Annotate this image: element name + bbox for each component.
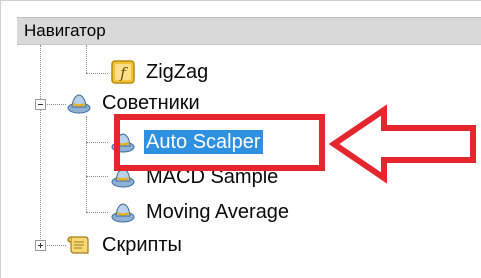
- tree-folder-advisors[interactable]: Советники: [66, 90, 202, 116]
- tree-item-zigzag[interactable]: f ZigZag: [110, 59, 210, 85]
- tree-connector: [86, 176, 108, 177]
- expand-plus-icon[interactable]: [35, 240, 46, 251]
- tree-item-label: Советники: [102, 92, 200, 114]
- navigator-window: Навигатор f ZigZag Советники Auto Scalpe…: [0, 0, 481, 278]
- tree-connector: [86, 212, 108, 213]
- tree-connector: [40, 45, 41, 247]
- script-scroll-icon: [67, 236, 89, 254]
- collapse-minus-icon[interactable]: [35, 99, 46, 110]
- annotation-highlight-box: [114, 114, 325, 171]
- expert-advisor-hat-icon: [111, 203, 135, 223]
- tree-connector: [86, 116, 87, 212]
- indicator-function-icon: f: [111, 60, 135, 84]
- tree-item-moving-average[interactable]: Moving Average: [110, 199, 291, 225]
- tree-connector: [86, 45, 87, 73]
- tree-connector: [86, 142, 108, 143]
- tree-item-label: Скрипты: [102, 234, 182, 256]
- tree-folder-scripts[interactable]: Скрипты: [66, 232, 184, 258]
- annotation-arrow-icon: [329, 104, 476, 184]
- tree-item-label: ZigZag: [146, 61, 209, 83]
- expert-advisor-hat-icon: [67, 94, 91, 114]
- navigator-header: Навигатор: [17, 17, 481, 45]
- navigator-title: Навигатор: [24, 21, 106, 40]
- tree-connector: [86, 73, 108, 74]
- tree-item-label: Moving Average: [146, 201, 290, 223]
